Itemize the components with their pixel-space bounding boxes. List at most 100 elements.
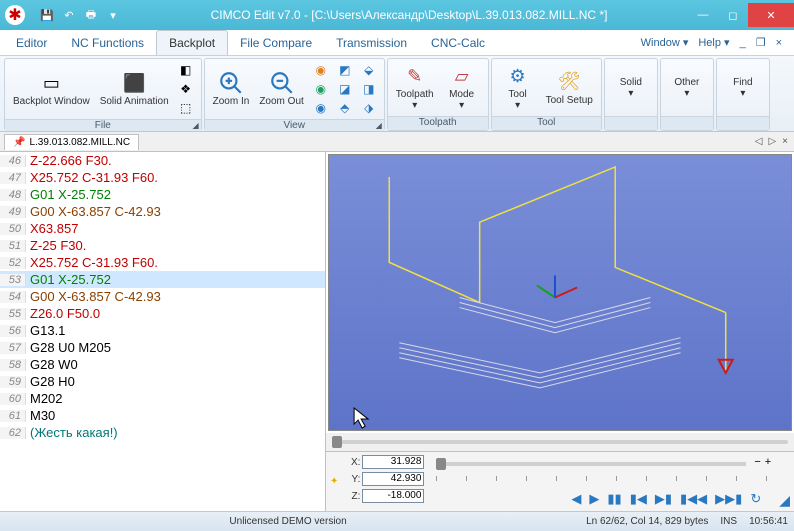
3d-viewport[interactable] (328, 154, 792, 431)
tab-close[interactable]: × (780, 136, 790, 147)
group-launcher-icon[interactable]: ◢ (192, 121, 198, 130)
ribbon-group-tool: ⚙ Tool▾ 🛠 Tool Setup Tool (491, 58, 602, 131)
mdi-restore[interactable]: ❐ (752, 34, 770, 51)
code-line[interactable]: 48G01 X-25.752 (0, 186, 325, 203)
zoom-out-button[interactable]: Zoom Out (255, 69, 307, 109)
save-icon[interactable]: 💾 (38, 6, 56, 24)
speed-slider[interactable] (436, 462, 746, 466)
line-number: 50 (0, 223, 26, 235)
z-value: -18.000 (362, 489, 424, 503)
tab-file-compare[interactable]: File Compare (228, 30, 324, 55)
mdi-minimize[interactable]: _ (736, 35, 750, 51)
mode-icon: ▱ (448, 64, 476, 88)
group-label: File (95, 120, 111, 131)
code-line[interactable]: 61M30 (0, 407, 325, 424)
toolpath-button[interactable]: ✎ Toolpath▾ (392, 62, 438, 113)
code-line[interactable]: 51Z-25 F30. (0, 237, 325, 254)
skip-fwd-button[interactable]: ▶▶▮ (715, 491, 742, 507)
line-number: 56 (0, 325, 26, 337)
speed-plus[interactable]: + (765, 456, 771, 468)
zoom-in-button[interactable]: Zoom In (209, 69, 254, 109)
code-line[interactable]: 62(Жесть какая!) (0, 424, 325, 441)
code-line[interactable]: 56G13.1 (0, 322, 325, 339)
tab-backplot[interactable]: Backplot (156, 30, 228, 55)
file-small-1[interactable]: ◧ (175, 61, 197, 79)
qat-dropdown[interactable]: ▾ (104, 6, 122, 24)
window-title: CIMCO Edit v7.0 - [C:\Users\Александр\De… (130, 8, 688, 22)
tab-nc-functions[interactable]: NC Functions (59, 30, 156, 55)
code-line[interactable]: 46Z-22.666 F30. (0, 152, 325, 169)
close-button[interactable]: ✕ (748, 3, 794, 27)
maximize-button[interactable]: ◻ (718, 3, 748, 27)
tool-setup-button[interactable]: 🛠 Tool Setup (542, 68, 597, 108)
code-line[interactable]: 50X63.857 (0, 220, 325, 237)
play-button[interactable]: ▶ (589, 491, 599, 507)
mode-button[interactable]: ▱ Mode▾ (440, 62, 484, 113)
group-launcher-icon[interactable]: ◢ (376, 121, 382, 130)
step-back-button[interactable]: ▮◀ (630, 491, 647, 507)
view-cube-1[interactable]: ◩ (334, 61, 356, 79)
code-line[interactable]: 54G00 X-63.857 C-42.93 (0, 288, 325, 305)
step-fwd-button[interactable]: ▶▮ (655, 491, 672, 507)
code-line[interactable]: 55Z26.0 F50.0 (0, 305, 325, 322)
group-label: Tool (492, 116, 601, 130)
line-number: 58 (0, 359, 26, 371)
tab-prev[interactable]: ◁ (753, 136, 765, 147)
code-line[interactable]: 53G01 X-25.752 (0, 271, 325, 288)
editor-pane: 46Z-22.666 F30.47X25.752 C-31.93 F60.48G… (0, 152, 326, 511)
print-icon[interactable]: 🖶 (82, 6, 100, 24)
minimize-button[interactable]: — (688, 3, 718, 27)
pin-icon[interactable]: 📌 (13, 137, 25, 148)
window-menu[interactable]: Window ▾ (637, 34, 693, 51)
solid-button[interactable]: Solid▾ (609, 74, 653, 101)
view-cube-6[interactable]: ⬗ (358, 99, 380, 117)
view-small-3[interactable]: ◉ (310, 99, 332, 117)
view-small-2[interactable]: ◉ (310, 80, 332, 98)
speed-minus[interactable]: − (754, 456, 760, 468)
code-editor[interactable]: 46Z-22.666 F30.47X25.752 C-31.93 F60.48G… (0, 152, 325, 511)
tab-editor[interactable]: Editor (4, 30, 59, 55)
code-line[interactable]: 59G28 H0 (0, 373, 325, 390)
code-line[interactable]: 57G28 U0 M205 (0, 339, 325, 356)
skip-back-button[interactable]: ▮◀◀ (680, 491, 707, 507)
tool-icon: ⚙ (504, 64, 532, 88)
code-line[interactable]: 52X25.752 C-31.93 F60. (0, 254, 325, 271)
line-number: 47 (0, 172, 26, 184)
x-label: X: (346, 457, 360, 468)
workspace: 46Z-22.666 F30.47X25.752 C-31.93 F60.48G… (0, 152, 794, 511)
code-line[interactable]: 58G28 W0 (0, 356, 325, 373)
view-cube-5[interactable]: ◨ (358, 80, 380, 98)
tool-button[interactable]: ⚙ Tool▾ (496, 62, 540, 113)
tool-setup-icon: 🛠 (555, 70, 583, 94)
code-line[interactable]: 49G00 X-63.857 C-42.93 (0, 203, 325, 220)
resize-grip[interactable]: ◢ (779, 492, 790, 509)
tab-transmission[interactable]: Transmission (324, 30, 419, 55)
statusbar: Unlicensed DEMO version Ln 62/62, Col 14… (0, 511, 794, 531)
document-tab[interactable]: 📌 L.39.013.082.MILL.NC (4, 134, 139, 150)
other-button[interactable]: Other▾ (665, 74, 709, 101)
view-small-1[interactable]: ◉ (310, 61, 332, 79)
backplot-window-button[interactable]: ▭ Backplot Window (9, 69, 94, 109)
view-cube-2[interactable]: ◪ (334, 80, 356, 98)
line-number: 48 (0, 189, 26, 201)
tab-cnc-calc[interactable]: CNC-Calc (419, 30, 497, 55)
code-line[interactable]: 47X25.752 C-31.93 F60. (0, 169, 325, 186)
line-number: 59 (0, 376, 26, 388)
file-small-3[interactable]: ⬚ (175, 99, 197, 117)
play-rev-button[interactable]: ◀ (571, 491, 581, 507)
tab-next[interactable]: ▷ (766, 136, 778, 147)
solid-animation-button[interactable]: ⬛ Solid Animation (96, 69, 173, 109)
timeline-slider[interactable] (332, 440, 788, 444)
undo-icon[interactable]: ↶ (60, 6, 78, 24)
loop-button[interactable]: ↻ (750, 491, 761, 507)
line-number: 61 (0, 410, 26, 422)
y-value: 42.930 (362, 472, 424, 486)
view-cube-4[interactable]: ⬙ (358, 61, 380, 79)
help-menu[interactable]: Help ▾ (694, 34, 733, 51)
mdi-close[interactable]: × (772, 35, 786, 51)
file-small-2[interactable]: ❖ (175, 80, 197, 98)
code-line[interactable]: 60M202 (0, 390, 325, 407)
pause-button[interactable]: ▮▮ (607, 491, 621, 507)
find-button[interactable]: Find▾ (721, 74, 765, 101)
view-cube-3[interactable]: ⬘ (334, 99, 356, 117)
